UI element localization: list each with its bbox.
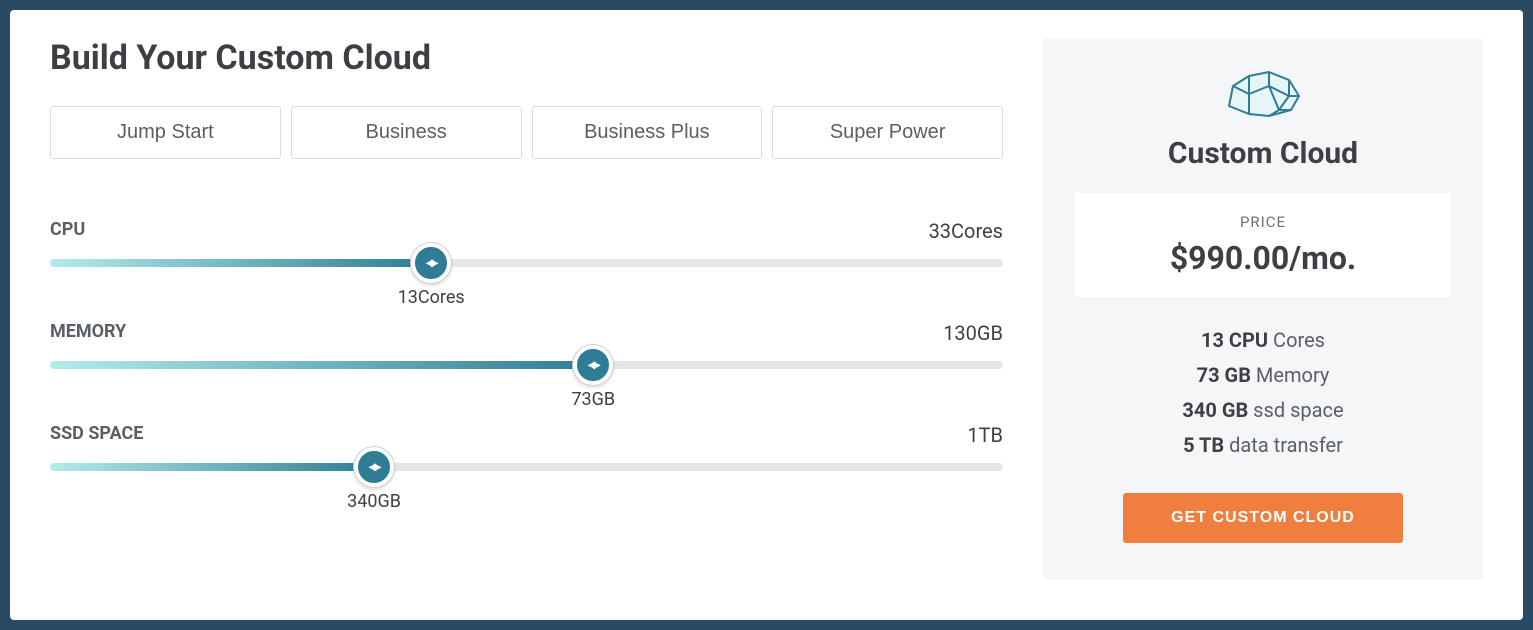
spec-ssd: 340 GB ssd space (1075, 393, 1451, 428)
cpu-slider-fill (50, 259, 431, 267)
memory-max: 130GB (943, 321, 1003, 345)
spec-cpu-unit: Cores (1268, 328, 1325, 352)
spec-list: 13 CPU Cores 73 GB Memory 340 GB ssd spa… (1075, 323, 1451, 463)
ssd-slider-fill (50, 463, 374, 471)
drag-icon: ◂▸ (369, 459, 379, 475)
memory-slider-handle[interactable]: ◂▸ (573, 345, 613, 385)
tab-super-power[interactable]: Super Power (772, 106, 1003, 159)
drag-icon: ◂▸ (588, 357, 598, 373)
ssd-slider-track[interactable]: ◂▸ 340GB (50, 463, 1003, 471)
preset-tabs: Jump Start Business Business Plus Super … (50, 106, 1003, 159)
spec-cpu: 13 CPU Cores (1075, 323, 1451, 358)
price-value: $990.00/mo. (1095, 239, 1431, 277)
spec-cpu-value: 13 CPU (1201, 328, 1268, 352)
spec-data-unit: data transfer (1224, 433, 1343, 457)
spec-data-value: 5 TB (1183, 433, 1224, 457)
spec-ssd-value: 340 GB (1182, 398, 1248, 422)
cloud-icon (1219, 66, 1307, 120)
tab-business-plus[interactable]: Business Plus (532, 106, 763, 159)
memory-label: MEMORY (50, 321, 126, 345)
memory-slider-group: MEMORY 130GB ◂▸ 73GB (50, 321, 1003, 369)
summary-title: Custom Cloud (1075, 136, 1451, 171)
page-title: Build Your Custom Cloud (50, 38, 1003, 78)
ssd-label: SSD SPACE (50, 423, 143, 447)
spec-ssd-unit: ssd space (1248, 398, 1343, 422)
get-custom-cloud-button[interactable]: GET CUSTOM CLOUD (1123, 493, 1403, 543)
ssd-slider-handle[interactable]: ◂▸ (354, 447, 394, 487)
ssd-max: 1TB (967, 423, 1003, 447)
memory-slider-fill (50, 361, 593, 369)
tab-jump-start[interactable]: Jump Start (50, 106, 281, 159)
memory-slider-track[interactable]: ◂▸ 73GB (50, 361, 1003, 369)
summary-panel: Custom Cloud PRICE $990.00/mo. 13 CPU Co… (1043, 38, 1483, 580)
memory-value: 73GB (571, 389, 615, 410)
price-label: PRICE (1095, 213, 1431, 231)
tab-business[interactable]: Business (291, 106, 522, 159)
spec-memory-unit: Memory (1251, 363, 1329, 387)
spec-memory: 73 GB Memory (1075, 358, 1451, 393)
cpu-slider-track[interactable]: ◂▸ 13Cores (50, 259, 1003, 267)
cpu-max: 33Cores (929, 219, 1003, 243)
cpu-slider-handle[interactable]: ◂▸ (411, 243, 451, 283)
price-box: PRICE $990.00/mo. (1075, 193, 1451, 297)
spec-memory-value: 73 GB (1197, 363, 1251, 387)
drag-icon: ◂▸ (426, 255, 436, 271)
spec-data: 5 TB data transfer (1075, 428, 1451, 463)
configurator-panel: Build Your Custom Cloud Jump Start Busin… (50, 38, 1003, 580)
pricing-card: Build Your Custom Cloud Jump Start Busin… (10, 10, 1523, 620)
ssd-value: 340GB (347, 491, 401, 512)
cpu-label: CPU (50, 219, 85, 243)
ssd-slider-group: SSD SPACE 1TB ◂▸ 340GB (50, 423, 1003, 471)
cpu-value: 13Cores (398, 287, 465, 308)
cpu-slider-group: CPU 33Cores ◂▸ 13Cores (50, 219, 1003, 267)
